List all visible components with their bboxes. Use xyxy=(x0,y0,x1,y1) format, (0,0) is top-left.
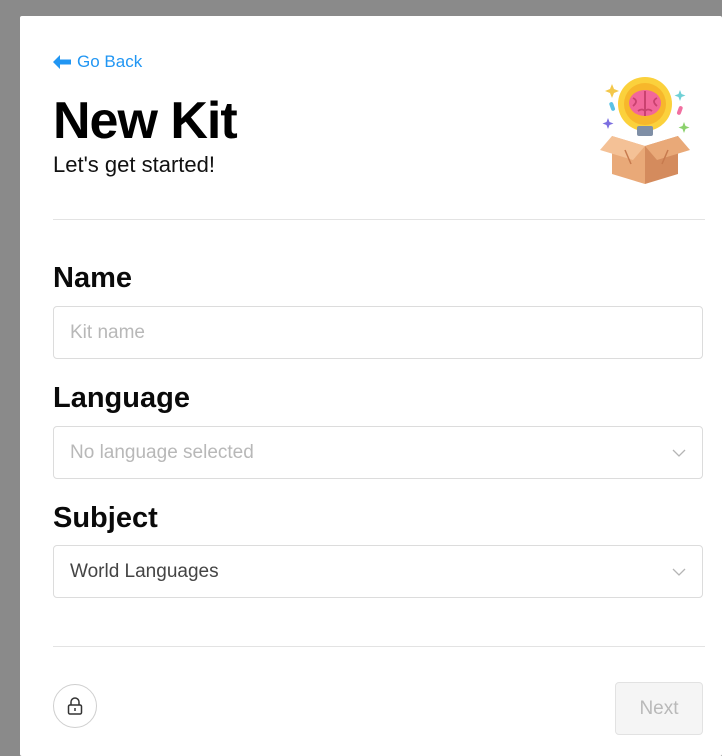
lock-icon xyxy=(67,697,83,715)
privacy-lock-button[interactable] xyxy=(53,684,97,728)
kit-name-field[interactable] xyxy=(53,306,703,359)
new-kit-card: Go Back New Kit Let's get started! Name … xyxy=(20,16,722,756)
header-divider xyxy=(53,219,705,220)
arrow-left-icon xyxy=(53,55,71,69)
subject-select-value: World Languages xyxy=(70,560,219,582)
language-select[interactable]: No language selected xyxy=(53,426,703,479)
language-select-value: No language selected xyxy=(70,441,254,463)
go-back-label: Go Back xyxy=(77,52,143,71)
page-subtitle: Let's get started! xyxy=(53,152,215,177)
next-button[interactable]: Next xyxy=(615,682,703,735)
kit-name-input[interactable] xyxy=(70,321,686,344)
chevron-down-icon xyxy=(672,568,686,576)
subject-label: Subject xyxy=(53,502,158,534)
subject-select[interactable]: World Languages xyxy=(53,545,703,598)
page-title: New Kit xyxy=(53,92,238,150)
language-label: Language xyxy=(53,382,190,414)
lightbulb-brain-box-icon xyxy=(600,77,690,184)
footer-divider xyxy=(53,646,705,647)
go-back-link[interactable]: Go Back xyxy=(53,52,142,72)
name-label: Name xyxy=(53,262,132,294)
chevron-down-icon xyxy=(672,449,686,457)
